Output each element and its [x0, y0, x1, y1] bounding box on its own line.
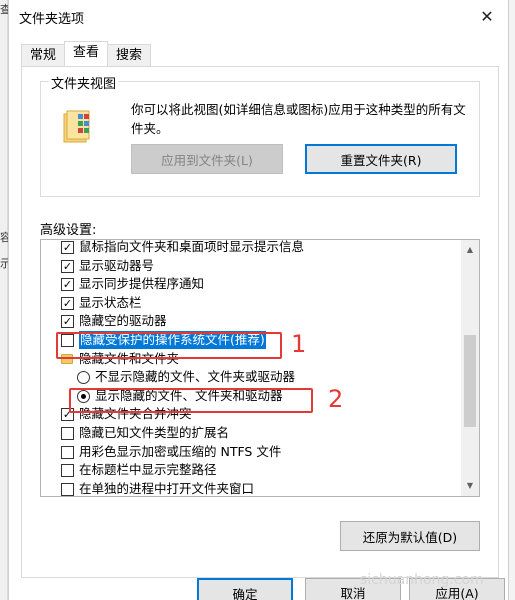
background-window-edge-right — [509, 0, 515, 600]
advanced-setting-row[interactable]: ✓ 隐藏空的驱动器 — [41, 312, 461, 331]
folder-views-legend: 文件夹视图 — [49, 73, 119, 92]
advanced-setting-label: 不显示隐藏的文件、文件夹或驱动器 — [95, 369, 296, 385]
reset-folders-button[interactable]: 重置文件夹(R) — [305, 144, 457, 174]
advanced-setting-label: 显示同步提供程序通知 — [79, 276, 205, 292]
close-icon[interactable]: ✕ — [474, 4, 500, 28]
checkbox-checked[interactable]: ✓ — [61, 259, 74, 273]
annotation-box-2 — [69, 388, 313, 413]
advanced-settings-list[interactable]: ✓ 鼠标指向文件夹和桌面项时显示提示信息 ✓ 显示驱动器号 ✓ 显示同步提供程序通知 ✓ 显示… — [40, 239, 480, 497]
annotation-box-1 — [56, 332, 282, 359]
restore-defaults-button[interactable]: 还原为默认值(D) — [340, 521, 480, 551]
checkbox-checked[interactable]: ✓ — [61, 315, 74, 329]
apply-to-folders-button[interactable]: 应用到文件夹(L) — [131, 144, 283, 174]
advanced-setting-label: 隐藏已知文件类型的扩展名 — [79, 424, 230, 440]
tab-search[interactable]: 搜索 — [107, 44, 152, 66]
advanced-setting-row[interactable]: 在单独的进程中打开文件夹窗口 — [41, 480, 461, 496]
advanced-setting-row[interactable]: 用彩色显示加密或压缩的 NTFS 文件 — [41, 443, 461, 462]
annotation-number-1: 1 — [291, 330, 307, 358]
scroll-thumb[interactable] — [464, 335, 476, 427]
checkbox-unchecked[interactable] — [61, 464, 74, 478]
advanced-setting-label: 在标题栏中显示完整路径 — [79, 462, 217, 478]
vertical-scrollbar[interactable]: ▲ ▼ — [461, 240, 479, 496]
tab-view[interactable]: 查看 — [64, 41, 109, 66]
folder-options-dialog: 文件夹选项 ✕ 常规 查看 搜索 文件夹视图 你可以将此视图(如详细信息或图标)… — [8, 0, 509, 600]
title-bar: 文件夹选项 ✕ — [9, 0, 508, 32]
folder-views-description: 你可以将此视图(如详细信息或图标)应用于这种类型的所有文件夹。 — [131, 102, 466, 136]
advanced-setting-row[interactable]: 不显示隐藏的文件、文件夹或驱动器 — [41, 368, 461, 387]
checkbox-unchecked[interactable] — [61, 445, 74, 459]
dialog-title: 文件夹选项 — [19, 12, 85, 27]
advanced-setting-row[interactable]: 隐藏已知文件类型的扩展名 — [41, 424, 461, 443]
advanced-setting-label: 显示驱动器号 — [79, 257, 155, 273]
checkbox-checked[interactable]: ✓ — [61, 278, 74, 292]
advanced-setting-label: 在单独的进程中打开文件夹窗口 — [79, 480, 255, 496]
checkbox-unchecked[interactable] — [61, 482, 74, 496]
scroll-up-icon[interactable]: ▲ — [461, 242, 479, 258]
advanced-setting-row[interactable]: ✓ 显示同步提供程序通知 — [41, 275, 461, 294]
radio-unselected[interactable] — [77, 371, 90, 385]
advanced-settings-label: 高级设置: — [40, 223, 97, 238]
advanced-setting-label: 用彩色显示加密或压缩的 NTFS 文件 — [79, 443, 282, 459]
folder-views-group: 文件夹视图 你可以将此视图(如详细信息或图标)应用于这种类型的所有文件夹。 应用… — [40, 73, 480, 197]
background-window-edge: 查 容 示 — [0, 0, 11, 600]
view-tab-panel: 文件夹视图 你可以将此视图(如详细信息或图标)应用于这种类型的所有文件夹。 应用… — [21, 66, 499, 578]
checkbox-unchecked[interactable] — [61, 426, 74, 440]
watermark-text: sichuanhong.com — [360, 572, 484, 588]
tab-general[interactable]: 常规 — [21, 44, 66, 66]
annotation-number-2: 2 — [328, 385, 344, 413]
checkbox-checked[interactable]: ✓ — [61, 241, 74, 254]
advanced-setting-label: 显示状态栏 — [79, 294, 142, 310]
advanced-setting-row[interactable]: ✓ 显示驱动器号 — [41, 257, 461, 276]
scroll-down-icon[interactable]: ▼ — [461, 478, 479, 494]
advanced-setting-row[interactable]: ✓ 鼠标指向文件夹和桌面项时显示提示信息 — [41, 239, 461, 257]
tab-strip: 常规 查看 搜索 — [21, 41, 152, 66]
checkbox-checked[interactable]: ✓ — [61, 296, 74, 310]
advanced-setting-label: 隐藏空的驱动器 — [79, 313, 167, 329]
ok-button[interactable]: 确定 — [197, 578, 293, 600]
advanced-setting-row[interactable]: ✓ 显示状态栏 — [41, 294, 461, 313]
advanced-settings-items: ✓ 鼠标指向文件夹和桌面项时显示提示信息 ✓ 显示驱动器号 ✓ 显示同步提供程序通知 ✓ 显示… — [41, 239, 461, 496]
folder-view-icon — [63, 110, 90, 143]
advanced-setting-label: 鼠标指向文件夹和桌面项时显示提示信息 — [79, 239, 305, 254]
advanced-setting-row[interactable]: 在标题栏中显示完整路径 — [41, 461, 461, 480]
